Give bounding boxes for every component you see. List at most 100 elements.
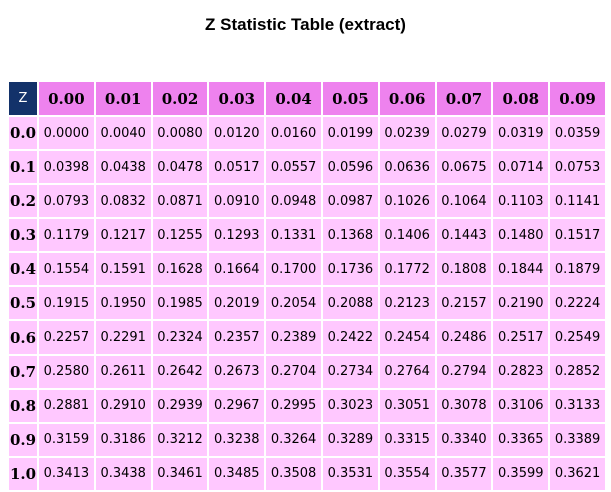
table-cell: 0.0120	[207, 114, 267, 152]
table-cell: 0.1915	[37, 285, 96, 322]
table-cell: 0.1026	[377, 183, 437, 220]
table-cell: 0.1255	[150, 217, 210, 254]
table-cell: 0.3621	[548, 455, 607, 492]
table-cell: 0.0832	[93, 183, 153, 220]
table-cell: 0.1950	[93, 285, 153, 322]
table-cell: 0.2054	[264, 285, 323, 322]
table-cell: 0.2734	[320, 353, 380, 390]
table-cell: 0.2517	[491, 319, 551, 356]
table-cell: 0.2764	[377, 353, 437, 390]
table-cell: 0.2224	[548, 285, 607, 322]
table-cell: 0.2291	[93, 319, 153, 356]
z-table-container: Z 0.00 0.01 0.02 0.03 0.04 0.05 0.06 0.07 0.08 0.…	[7, 80, 607, 492]
table-cell: 0.3106	[491, 387, 551, 424]
table-cell: 0.1480	[491, 217, 551, 254]
table-cell: 0.1368	[320, 217, 380, 254]
table-cell: 0.1217	[93, 217, 153, 254]
table-cell: 0.3389	[548, 421, 607, 458]
table-row: 0.0 0.0000 0.0040 0.0080 0.0120 0.0160 0.0199 0…	[7, 114, 607, 152]
table-cell: 0.1700	[264, 251, 323, 288]
table-cell: 0.2486	[434, 319, 494, 356]
table-cell: 0.1879	[548, 251, 607, 288]
table-cell: 0.2995	[264, 387, 323, 424]
table-cell: 0.2088	[320, 285, 380, 322]
row-header-z: 0.6	[7, 319, 39, 356]
row-header-z: 0.5	[7, 285, 39, 322]
table-cell: 0.2157	[434, 285, 494, 322]
table-body: 0.0 0.0000 0.0040 0.0080 0.0120 0.0160 0.0199 0…	[7, 114, 607, 492]
table-cell: 0.0279	[434, 114, 494, 152]
table-cell: 0.2324	[150, 319, 210, 356]
table-cell: 0.0359	[548, 114, 607, 152]
table-cell: 0.0753	[548, 149, 607, 186]
table-cell: 0.3413	[37, 455, 96, 492]
table-cell: 0.0596	[320, 149, 380, 186]
table-cell: 0.3212	[150, 421, 210, 458]
table-cell: 0.1985	[150, 285, 210, 322]
table-cell: 0.3577	[434, 455, 494, 492]
table-cell: 0.2642	[150, 353, 210, 390]
table-cell: 0.2852	[548, 353, 607, 390]
column-header: 0.04	[264, 80, 323, 117]
table-cell: 0.3438	[93, 455, 153, 492]
table-cell: 0.2580	[37, 353, 96, 390]
table-cell: 0.1293	[207, 217, 267, 254]
table-cell: 0.1141	[548, 183, 607, 220]
table-cell: 0.0675	[434, 149, 494, 186]
table-cell: 0.3264	[264, 421, 323, 458]
column-header: 0.03	[207, 80, 267, 117]
table-cell: 0.3289	[320, 421, 380, 458]
row-header-z: 0.8	[7, 387, 39, 424]
table-row: 0.1 0.0398 0.0438 0.0478 0.0517 0.0557 0.0596 0…	[7, 149, 607, 186]
row-header-z: 0.7	[7, 353, 39, 390]
table-row: 0.3 0.1179 0.1217 0.1255 0.1293 0.1331 0.1368 0…	[7, 217, 607, 254]
table-cell: 0.3315	[377, 421, 437, 458]
column-header: 0.08	[491, 80, 551, 117]
table-cell: 0.3340	[434, 421, 494, 458]
table-cell: 0.2794	[434, 353, 494, 390]
table-cell: 0.2611	[93, 353, 153, 390]
column-header: 0.05	[320, 80, 380, 117]
table-cell: 0.3159	[37, 421, 96, 458]
table-cell: 0.3461	[150, 455, 210, 492]
table-cell: 0.2673	[207, 353, 267, 390]
table-cell: 0.0080	[150, 114, 210, 152]
table-cell: 0.3508	[264, 455, 323, 492]
table-cell: 0.0478	[150, 149, 210, 186]
table-cell: 0.1103	[491, 183, 551, 220]
page-title: Z Statistic Table (extract)	[205, 15, 406, 34]
column-header: 0.07	[434, 80, 494, 117]
table-cell: 0.1808	[434, 251, 494, 288]
table-cell: 0.0160	[264, 114, 323, 152]
table-cell: 0.1736	[320, 251, 380, 288]
table-cell: 0.1844	[491, 251, 551, 288]
table-row: 0.6 0.2257 0.2291 0.2324 0.2357 0.2389 0.2422 0…	[7, 319, 607, 356]
table-row: 0.9 0.3159 0.3186 0.3212 0.3238 0.3264 0.3289 0…	[7, 421, 607, 458]
table-cell: 0.3531	[320, 455, 380, 492]
table-cell: 0.1443	[434, 217, 494, 254]
table-cell: 0.3186	[93, 421, 153, 458]
table-cell: 0.1179	[37, 217, 96, 254]
table-cell: 0.0438	[93, 149, 153, 186]
table-cell: 0.2190	[491, 285, 551, 322]
table-cell: 0.2939	[150, 387, 210, 424]
table-cell: 0.0948	[264, 183, 323, 220]
table-cell: 0.2881	[37, 387, 96, 424]
table-cell: 0.2704	[264, 353, 323, 390]
table-cell: 0.0714	[491, 149, 551, 186]
table-cell: 0.2967	[207, 387, 267, 424]
table-cell: 0.3051	[377, 387, 437, 424]
table-cell: 0.3599	[491, 455, 551, 492]
row-header-z: 0.4	[7, 251, 39, 288]
table-cell: 0.3133	[548, 387, 607, 424]
table-cell: 0.1628	[150, 251, 210, 288]
column-header: 0.02	[150, 80, 210, 117]
column-header: 0.01	[93, 80, 153, 117]
column-header: 0.00	[37, 80, 96, 117]
table-cell: 0.1331	[264, 217, 323, 254]
table-cell: 0.1664	[207, 251, 267, 288]
table-row: 0.4 0.1554 0.1591 0.1628 0.1664 0.1700 0.1736 0…	[7, 251, 607, 288]
table-row: 0.2 0.0793 0.0832 0.0871 0.0910 0.0948 0.0987 0…	[7, 183, 607, 220]
table-cell: 0.0557	[264, 149, 323, 186]
row-header-z: 1.0	[7, 455, 39, 492]
